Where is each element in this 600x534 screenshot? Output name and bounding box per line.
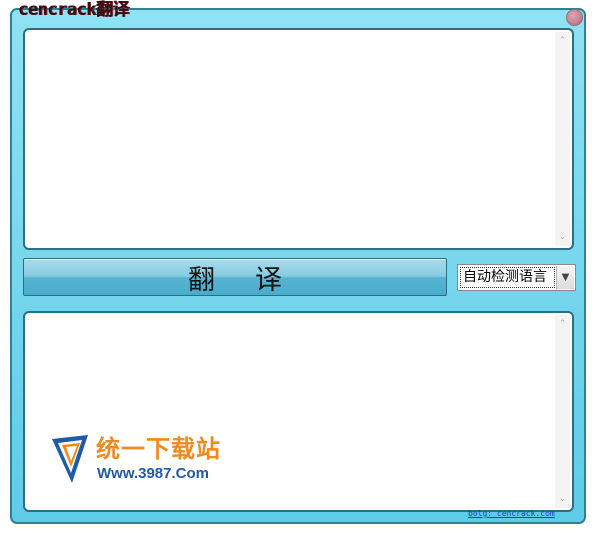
watermark-url: Www.3987.Com xyxy=(97,465,209,482)
translate-button[interactable]: 翻译 xyxy=(23,258,447,296)
close-button[interactable] xyxy=(566,9,583,26)
language-select-value: 自动检测语言 xyxy=(460,267,555,288)
chevron-up-icon[interactable]: ⌃ xyxy=(555,318,570,330)
source-text-input[interactable] xyxy=(27,32,554,246)
source-text-panel: ⌃ ⌄ xyxy=(23,28,574,250)
blog-link[interactable]: bolg: cencrack.com xyxy=(468,508,555,520)
watermark-title: 统一下载站 xyxy=(96,435,221,463)
window-title: cencrack翻译 xyxy=(18,0,129,20)
watermark: 统一下载站 Www.3987.Com xyxy=(50,433,230,495)
result-scrollbar[interactable]: ⌃ ⌄ xyxy=(555,315,570,508)
chevron-down-icon[interactable]: ▼ xyxy=(556,266,574,289)
chevron-up-icon[interactable]: ⌃ xyxy=(555,35,570,47)
download-site-logo-icon xyxy=(52,435,88,483)
language-select[interactable]: 自动检测语言 ▼ xyxy=(457,264,576,291)
chevron-down-icon[interactable]: ⌄ xyxy=(555,231,570,243)
chevron-down-icon[interactable]: ⌄ xyxy=(555,493,570,505)
source-scrollbar[interactable]: ⌃ ⌄ xyxy=(555,32,570,246)
